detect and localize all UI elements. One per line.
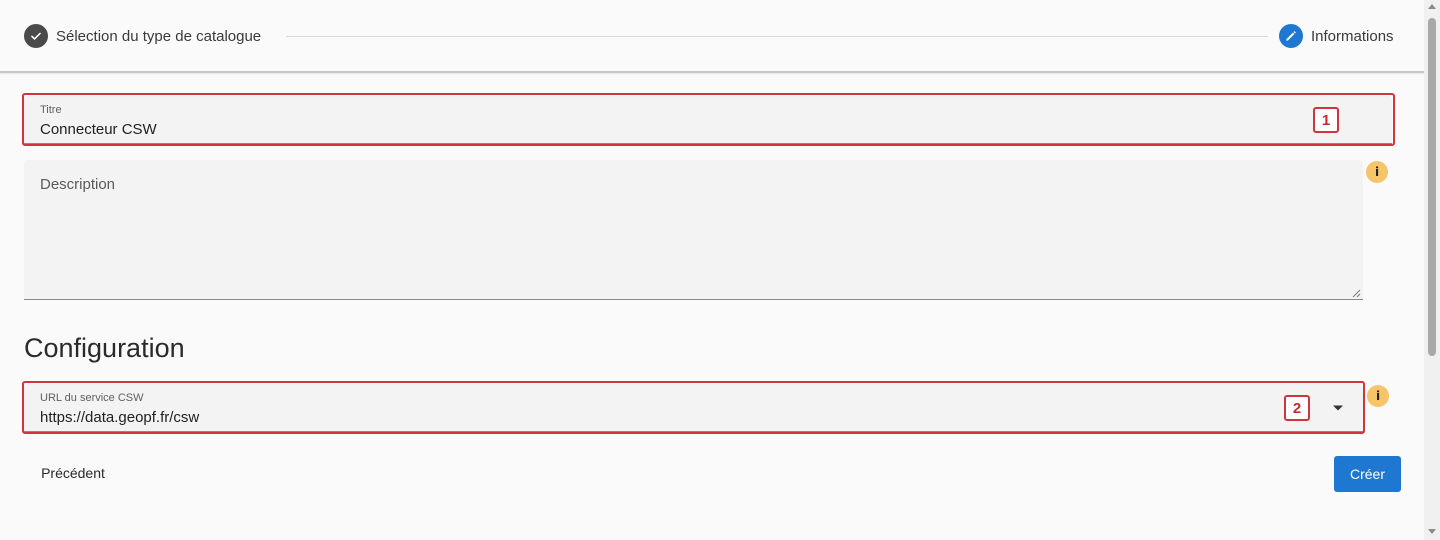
csw-url-info-icon[interactable]: i [1367, 385, 1389, 407]
check-icon [24, 24, 48, 48]
scroll-thumb[interactable] [1428, 18, 1436, 356]
description-textarea[interactable]: Description [24, 160, 1363, 300]
scroll-up-arrow-icon[interactable] [1428, 4, 1436, 9]
configuration-section-title: Configuration [24, 333, 185, 363]
step-type-selection-label: Sélection du type de catalogue [56, 27, 262, 45]
description-placeholder: Description [40, 176, 116, 193]
stepper: Sélection du type de catalogue Informati… [0, 0, 1424, 73]
step-type-selection[interactable]: Sélection du type de catalogue [24, 24, 261, 48]
resize-handle-icon[interactable] [1352, 289, 1361, 298]
step-connector-line [286, 36, 1268, 37]
vertical-scrollbar[interactable] [1424, 0, 1440, 540]
create-button[interactable]: Créer [1334, 456, 1401, 492]
previous-button[interactable]: Précédent [26, 457, 120, 489]
description-info-icon[interactable]: i [1366, 161, 1388, 183]
step-information[interactable]: Informations [1279, 24, 1394, 48]
annotation-marker-1: 1 [1313, 107, 1339, 133]
pencil-icon [1279, 24, 1303, 48]
annotation-marker-2: 2 [1284, 395, 1310, 421]
step-information-label: Informations [1311, 27, 1394, 45]
highlight-box-1 [22, 93, 1395, 146]
highlight-box-2 [22, 381, 1365, 434]
scroll-down-arrow-icon[interactable] [1428, 529, 1436, 534]
